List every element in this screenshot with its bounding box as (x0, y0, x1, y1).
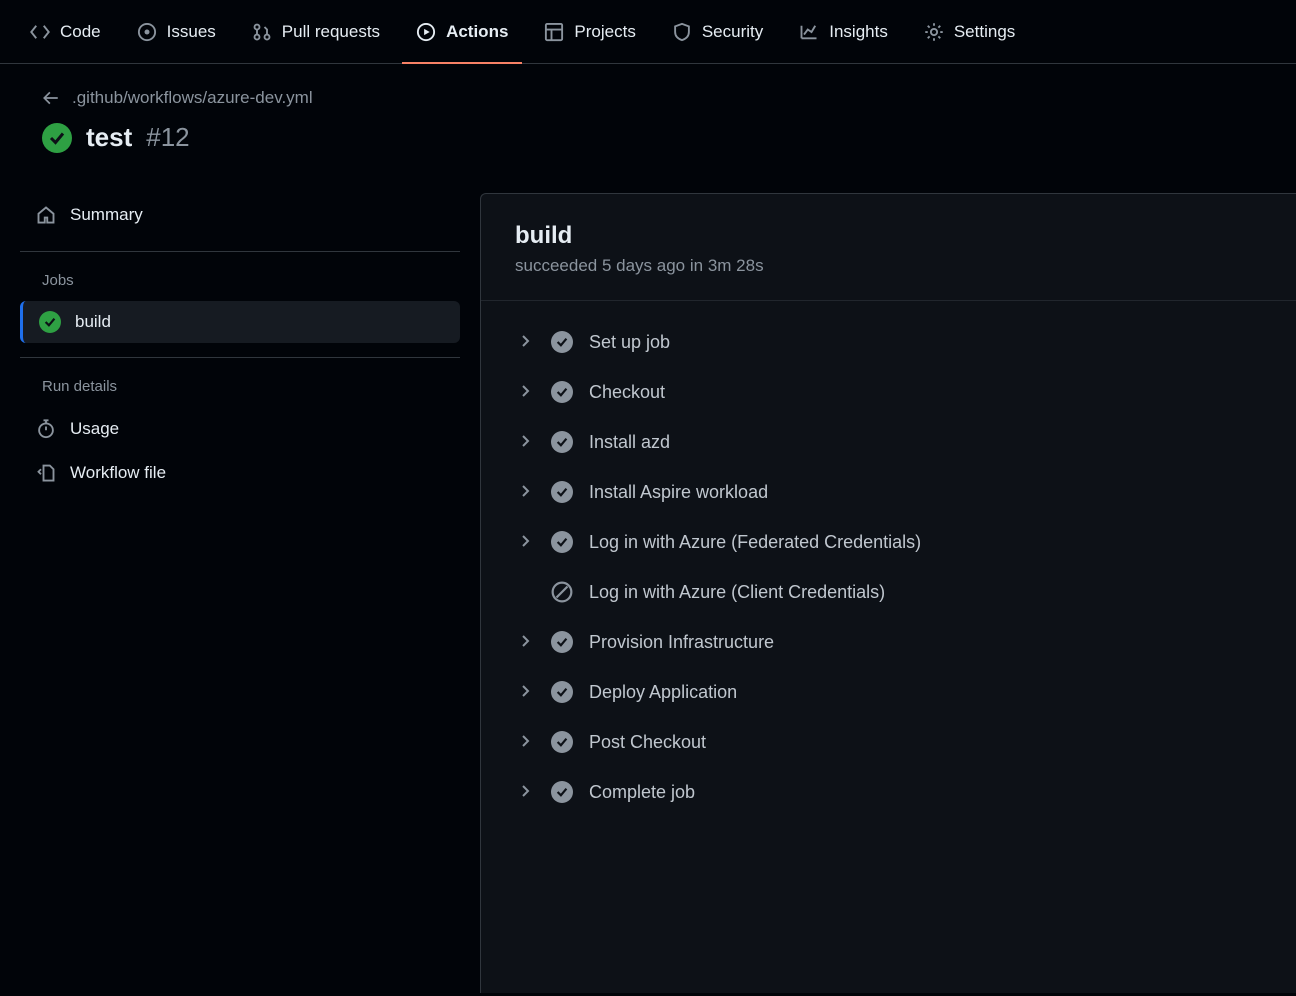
nav-settings-label: Settings (954, 22, 1015, 42)
step-row: Log in with Azure (Client Credentials) (501, 567, 1276, 617)
step-row[interactable]: Complete job (501, 767, 1276, 817)
step-row[interactable]: Set up job (501, 317, 1276, 367)
nav-insights[interactable]: Insights (785, 0, 902, 63)
chevron-right-icon (517, 633, 535, 651)
step-row[interactable]: Log in with Azure (Federated Credentials… (501, 517, 1276, 567)
nav-pull-requests[interactable]: Pull requests (238, 0, 394, 63)
nav-code[interactable]: Code (16, 0, 115, 63)
step-row[interactable]: Checkout (501, 367, 1276, 417)
nav-pull-requests-label: Pull requests (282, 22, 380, 42)
step-label: Log in with Azure (Client Credentials) (589, 582, 885, 603)
workflow-file-icon (36, 463, 56, 483)
check-circle-icon (551, 731, 573, 753)
issue-icon (137, 22, 157, 42)
job-title: build (515, 222, 1262, 250)
nav-actions-label: Actions (446, 22, 508, 42)
nav-actions[interactable]: Actions (402, 0, 522, 63)
check-circle-icon (42, 123, 72, 153)
nav-insights-label: Insights (829, 22, 888, 42)
sidebar-workflow-file[interactable]: Workflow file (20, 451, 460, 495)
chevron-right-icon (517, 783, 535, 801)
sidebar-job-build[interactable]: build (20, 301, 460, 343)
breadcrumb[interactable]: .github/workflows/azure-dev.yml (42, 88, 1264, 108)
nav-issues-label: Issues (167, 22, 216, 42)
step-row[interactable]: Deploy Application (501, 667, 1276, 717)
project-icon (544, 22, 564, 42)
check-circle-icon (551, 531, 573, 553)
step-row[interactable]: Install Aspire workload (501, 467, 1276, 517)
step-row[interactable]: Post Checkout (501, 717, 1276, 767)
gear-icon (924, 22, 944, 42)
repo-nav: Code Issues Pull requests Actions Projec… (0, 0, 1296, 64)
shield-icon (672, 22, 692, 42)
nav-security-label: Security (702, 22, 763, 42)
chevron-right-icon (517, 433, 535, 451)
check-circle-icon (551, 631, 573, 653)
sidebar-workflow-file-label: Workflow file (70, 463, 166, 483)
check-circle-icon (39, 311, 61, 333)
sidebar: Summary Jobs build Run details Usage Wor… (0, 193, 480, 993)
sidebar-summary[interactable]: Summary (20, 193, 460, 237)
job-header: build succeeded 5 days ago in 3m 28s (481, 194, 1296, 301)
check-circle-icon (551, 331, 573, 353)
sidebar-usage[interactable]: Usage (20, 407, 460, 451)
nav-projects-label: Projects (574, 22, 635, 42)
run-header: .github/workflows/azure-dev.yml test #12 (0, 64, 1296, 193)
chevron-right-icon (517, 483, 535, 501)
job-status: succeeded 5 days ago in 3m 28s (515, 256, 1262, 276)
stopwatch-icon (36, 419, 56, 439)
step-row[interactable]: Install azd (501, 417, 1276, 467)
code-icon (30, 22, 50, 42)
home-icon (36, 205, 56, 225)
graph-icon (799, 22, 819, 42)
check-circle-icon (551, 781, 573, 803)
step-row[interactable]: Provision Infrastructure (501, 617, 1276, 667)
step-label: Install azd (589, 432, 670, 453)
nav-code-label: Code (60, 22, 101, 42)
run-details-section-label: Run details (20, 372, 460, 407)
nav-issues[interactable]: Issues (123, 0, 230, 63)
step-label: Post Checkout (589, 732, 706, 753)
play-icon (416, 22, 436, 42)
chevron-right-icon (517, 383, 535, 401)
run-title: test #12 (42, 122, 1264, 153)
check-circle-icon (551, 431, 573, 453)
divider (20, 357, 460, 358)
sidebar-summary-label: Summary (70, 205, 143, 225)
nav-projects[interactable]: Projects (530, 0, 649, 63)
step-label: Provision Infrastructure (589, 632, 774, 653)
arrow-left-icon (42, 89, 60, 107)
check-circle-icon (551, 681, 573, 703)
pull-request-icon (252, 22, 272, 42)
check-circle-icon (551, 481, 573, 503)
chevron-right-icon (517, 333, 535, 351)
step-label: Checkout (589, 382, 665, 403)
sidebar-usage-label: Usage (70, 419, 119, 439)
sidebar-job-label: build (75, 312, 111, 332)
run-number: #12 (146, 122, 189, 153)
steps-list: Set up job Checkout Install azd Install Asp… (481, 301, 1296, 833)
nav-settings[interactable]: Settings (910, 0, 1029, 63)
chevron-right-icon (517, 683, 535, 701)
divider (20, 251, 460, 252)
step-label: Log in with Azure (Federated Credentials… (589, 532, 921, 553)
step-label: Install Aspire workload (589, 482, 768, 503)
check-circle-icon (551, 381, 573, 403)
chevron-right-icon (517, 733, 535, 751)
step-label: Set up job (589, 332, 670, 353)
chevron-right-icon (517, 533, 535, 551)
step-label: Complete job (589, 782, 695, 803)
step-label: Deploy Application (589, 682, 737, 703)
run-name: test (86, 122, 132, 153)
jobs-section-label: Jobs (20, 266, 460, 301)
job-panel: build succeeded 5 days ago in 3m 28s Set… (480, 193, 1296, 993)
nav-security[interactable]: Security (658, 0, 777, 63)
breadcrumb-path: .github/workflows/azure-dev.yml (72, 88, 313, 108)
skip-icon (551, 581, 573, 603)
